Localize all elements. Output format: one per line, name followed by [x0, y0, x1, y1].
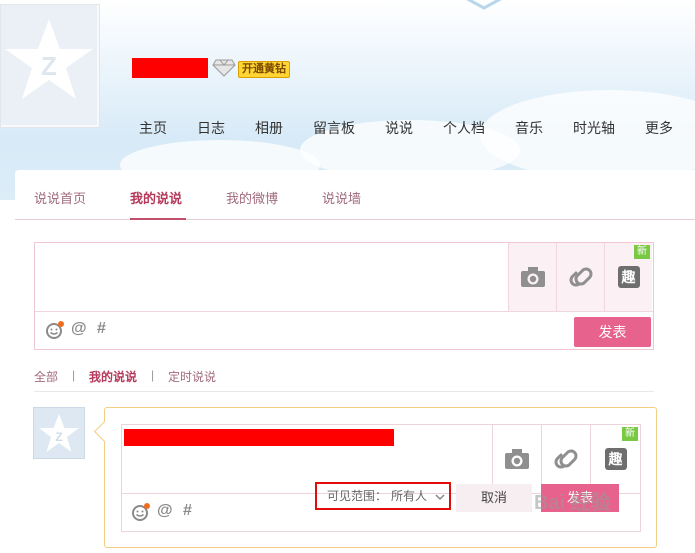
link-icon — [569, 267, 592, 287]
camera-icon — [520, 267, 545, 287]
nav-item-timeline[interactable]: 时光轴 — [573, 118, 615, 138]
nav-item-more[interactable]: 更多 — [645, 118, 673, 138]
emoji-icon[interactable] — [131, 502, 151, 522]
hashtag-icon[interactable]: # — [183, 502, 192, 520]
nav-item-shuoshuo[interactable]: 说说 — [385, 118, 413, 138]
emoji-icon[interactable] — [45, 320, 65, 340]
publish-button[interactable]: 发表 — [574, 317, 651, 347]
tab-shuoshuo-wall[interactable]: 说说墙 — [322, 188, 361, 207]
cancel-button[interactable]: 取消 — [456, 484, 532, 512]
filter-all[interactable]: 全部 — [34, 368, 58, 385]
visibility-label: 可见范围： — [327, 489, 388, 503]
nav-item-home[interactable]: 主页 — [139, 118, 167, 138]
filter-scheduled[interactable]: 定时说说 — [168, 368, 216, 385]
mention-icon[interactable]: @ — [71, 320, 87, 338]
qq-star-icon: Z — [39, 414, 79, 452]
fun-icon: 趣 — [604, 448, 627, 470]
mention-icon[interactable]: @ — [157, 502, 173, 520]
nav-item-profile[interactable]: 个人档 — [443, 118, 485, 138]
composer-textarea[interactable] — [35, 243, 508, 311]
nav-item-guestbook[interactable]: 留言板 — [313, 118, 355, 138]
hashtag-icon[interactable]: # — [97, 320, 106, 338]
camera-icon — [504, 449, 529, 469]
qq-star-icon: Z — [5, 19, 93, 99]
content-redacted — [124, 429, 394, 446]
filter-separator: | — [72, 368, 76, 382]
tab-my-shuoshuo[interactable]: 我的说说 — [130, 188, 182, 207]
filter-separator: | — [151, 368, 155, 382]
user-avatar[interactable]: Z — [33, 407, 85, 459]
nav-item-music[interactable]: 音乐 — [515, 118, 543, 138]
bird-icon — [466, 0, 502, 10]
diamond-icon — [212, 59, 236, 77]
username-redacted — [132, 58, 208, 78]
shuoshuo-composer: 趣 新 @ # 发表 — [34, 242, 654, 350]
composer-toolbar: @ # — [35, 311, 653, 350]
nav-item-album[interactable]: 相册 — [255, 118, 283, 138]
active-tab-indicator — [130, 218, 186, 220]
fun-icon: 趣 — [617, 266, 640, 288]
tabs-divider — [15, 219, 695, 220]
svg-text:Z: Z — [55, 430, 62, 444]
filter-divider — [34, 391, 654, 392]
fun-button[interactable]: 趣 新 — [590, 425, 640, 493]
new-badge: 新 — [634, 245, 650, 259]
svg-text:Z: Z — [41, 51, 57, 81]
link-icon — [554, 449, 577, 469]
photo-button[interactable] — [492, 425, 540, 493]
filter-mine[interactable]: 我的说说 — [89, 368, 137, 385]
open-vip-link[interactable]: 开通黄钻 — [238, 61, 290, 78]
tab-my-weibo[interactable]: 我的微博 — [226, 188, 278, 207]
watermark: Bai 经验 — [534, 492, 611, 514]
tab-shuoshuo-home[interactable]: 说说首页 — [34, 188, 86, 207]
nav-item-blog[interactable]: 日志 — [197, 118, 225, 138]
visibility-value: 所有人 — [391, 489, 428, 503]
photo-button[interactable] — [508, 243, 556, 311]
chevron-down-icon — [435, 494, 445, 501]
link-button[interactable] — [541, 425, 589, 493]
link-button[interactable] — [556, 243, 604, 311]
edit-shuoshuo-popup: 趣 新 @ # 可见范围： 所有人 取消 发表 — [93, 407, 657, 548]
edit-composer: 趣 新 @ # — [121, 424, 641, 532]
profile-avatar[interactable]: Z — [0, 4, 100, 128]
new-badge: 新 — [622, 427, 638, 441]
fun-button[interactable]: 趣 新 — [604, 243, 652, 311]
visibility-select[interactable]: 可见范围： 所有人 — [315, 482, 451, 510]
